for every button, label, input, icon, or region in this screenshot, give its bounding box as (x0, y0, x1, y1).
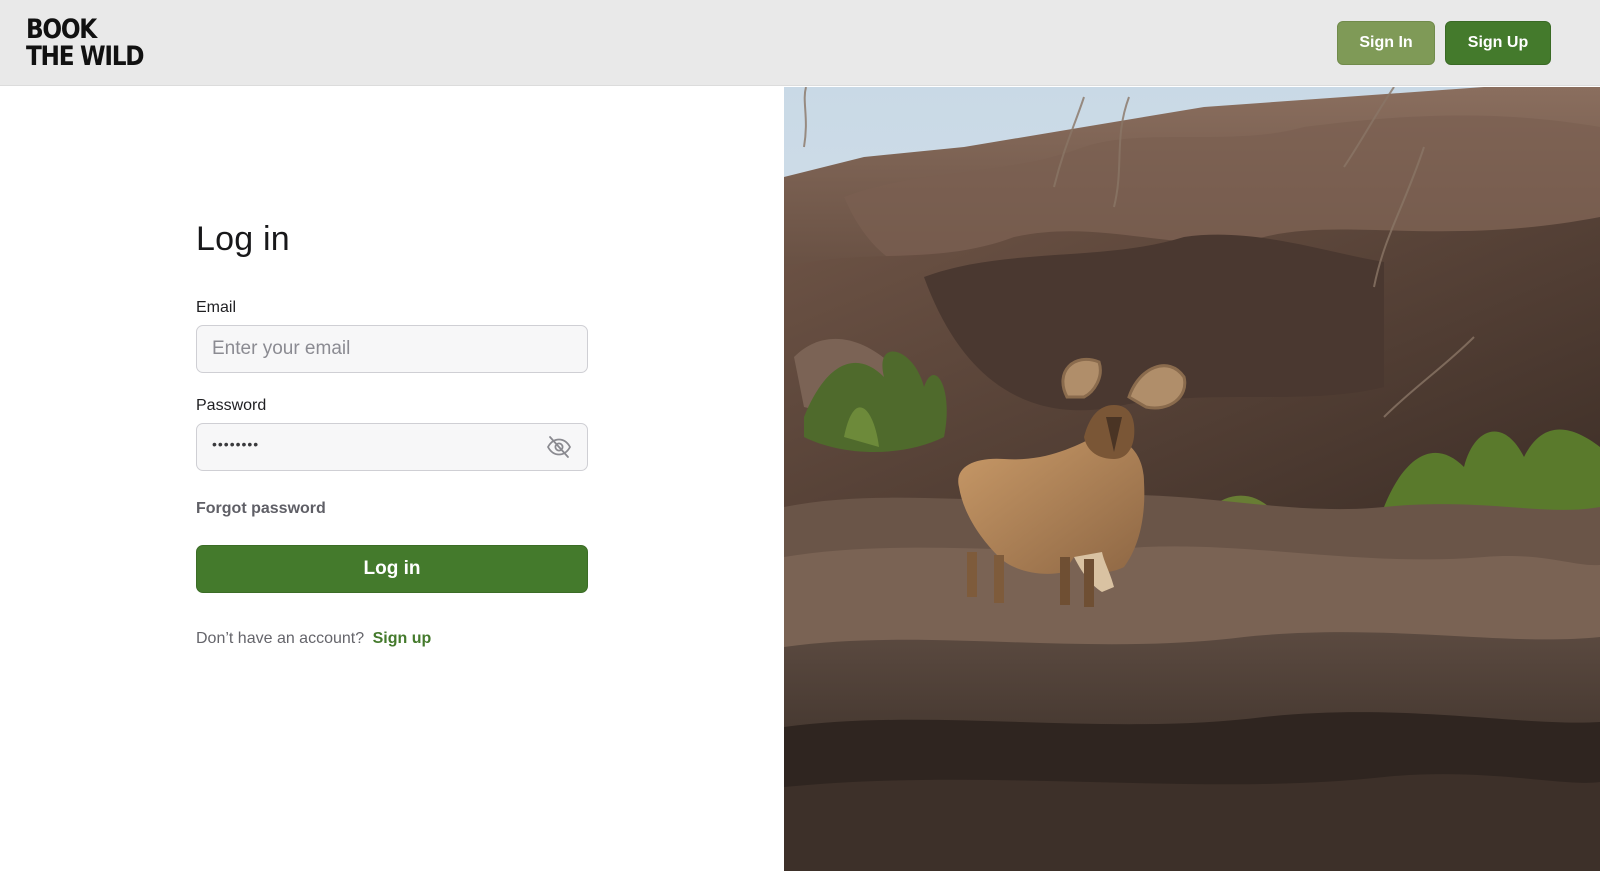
email-field[interactable] (196, 325, 588, 373)
no-account-row: Don’t have an account? Sign up (196, 630, 431, 648)
password-field[interactable] (196, 423, 588, 471)
sign-in-button[interactable]: Sign In (1337, 21, 1435, 65)
email-label: Email (196, 299, 237, 316)
logo-line-1: BOOK (26, 14, 97, 45)
password-label: Password (196, 397, 267, 414)
page-title: Log in (196, 220, 290, 258)
aoudad-ram-on-rocks-photo (784, 87, 1600, 871)
sign-up-button[interactable]: Sign Up (1445, 21, 1551, 65)
forgot-password-link[interactable]: Forgot password (196, 500, 326, 518)
hero-photo-illustration (784, 87, 1600, 871)
login-submit-button[interactable]: Log in (196, 545, 588, 593)
no-account-text: Don’t have an account? (196, 630, 365, 647)
book-the-wild-logo[interactable]: BOOK THE WILD (26, 14, 145, 72)
eye-off-icon[interactable] (546, 435, 572, 459)
logo-line-2: THE WILD (26, 41, 145, 72)
top-navigation-bar: BOOK THE WILD Sign In Sign Up (0, 0, 1600, 86)
sign-up-link[interactable]: Sign up (373, 630, 432, 647)
